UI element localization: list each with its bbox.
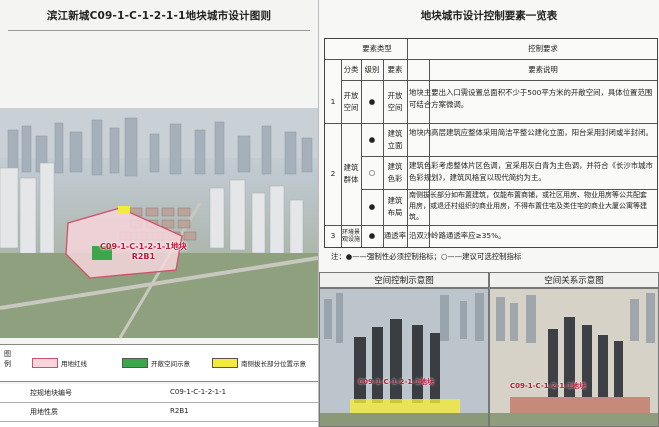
- spatial-relation-graphic: [490, 289, 658, 426]
- legend-heading: 图例: [4, 350, 11, 368]
- row-category: 建筑群体: [343, 163, 359, 184]
- row-element: 通透率: [383, 231, 407, 240]
- panel-title-spatial-relation: 空间关系示意图: [489, 272, 659, 288]
- row-element: 建筑立面: [387, 128, 403, 150]
- site-label: C09-1-C-1-2-1-1地块 R2B1: [100, 242, 187, 262]
- info-label: 控规地块编号: [30, 389, 72, 397]
- site-label-landuse: R2B1: [131, 252, 156, 261]
- left-title: 滨江新城C09-1-C-1-2-1-1地块城市设计图则: [46, 10, 272, 22]
- legend-swatch: [32, 358, 58, 368]
- row-category: 环境景观设施: [341, 229, 360, 243]
- left-sheet: 滨江新城C09-1-C-1-2-1-1地块城市设计图则 C09-1-C-1-2-…: [0, 0, 319, 427]
- row-description: 南侧拔长部分如布置建筑，仅能布置商铺，或社区用房、物业用房等公共配套用房，或退还…: [409, 191, 647, 221]
- title-rule: [8, 30, 310, 31]
- right-title: 地块城市设计控制要素一览表: [420, 10, 558, 22]
- row-level: ●: [368, 96, 376, 106]
- legend-swatch: [122, 358, 148, 368]
- row-level: ●: [368, 134, 376, 144]
- site-label-code: C09-1-C-1-2-1-1地块: [100, 242, 187, 251]
- row-description: 地块主要出入口需设置总面积不少于500平方米的开敞空间，具体位置范围可结合方案微…: [409, 88, 653, 109]
- spatial-control-diagram: C09-1-C-1-2-1-1地块: [319, 288, 489, 427]
- row-number: 1: [330, 96, 336, 106]
- panel-title-spatial-control: 空间控制示意图: [319, 272, 489, 288]
- row-description: 建筑色彩考虑整体片区色调，宜采用灰白青为主色调，并符合《长沙市城市色彩规划》，建…: [409, 161, 653, 182]
- info-table: 控规地块编号 C09-1-C-1-2-1-1 用地性质 R2B1: [0, 384, 318, 427]
- info-row: 用地性质 R2B1: [0, 403, 318, 422]
- panel-site-label: C09-1-C-1-2-1-1地块: [510, 382, 586, 390]
- legend-swatch: [212, 358, 238, 368]
- row-level: ●: [368, 231, 376, 240]
- row-level: ●: [368, 202, 376, 211]
- row-description: 沿双沙岭路通透率应≥35%。: [409, 231, 506, 240]
- control-elements-table: 要素类型 控制要求 分类 级别 要素 要素说明 1 开放空间 ● 开放空间 地块…: [324, 38, 658, 248]
- legend-item-open-space: 开敞空间示意: [122, 358, 190, 368]
- spatial-control-graphic: [320, 289, 488, 426]
- legend-note: 注：●——强制性必须控制指标；○——建议可选控制指标: [331, 252, 522, 261]
- legend-item-south-extension: 南侧拔长部分位置示意: [212, 358, 306, 368]
- subheader-category: 分类: [343, 64, 359, 74]
- spatial-relation-diagram: C09-1-C-1-2-1-1地块: [489, 288, 659, 427]
- row-number: 3: [330, 231, 336, 240]
- info-value: C09-1-C-1-2-1-1: [170, 388, 227, 396]
- row-number: 2: [330, 169, 336, 178]
- legend-label: 南侧拔长部分位置示意: [241, 360, 306, 368]
- info-label: 用地性质: [30, 408, 58, 416]
- subheader-level: 级别: [364, 64, 380, 74]
- right-sheet: 地块城市设计控制要素一览表 要素类型 控制要求 分类 级别 要素 要素说明 1 …: [319, 0, 659, 427]
- legend-label: 用地红线: [61, 360, 87, 368]
- row-element: 建筑布局: [387, 196, 403, 217]
- header-control-requirements: 控制要求: [528, 44, 558, 53]
- header-element-type: 要素类型: [362, 44, 392, 53]
- legend: 图例 用地红线 开敞空间示意 南侧拔长部分位置示意: [0, 344, 318, 382]
- info-row: 控规地块编号 C09-1-C-1-2-1-1: [0, 384, 318, 403]
- row-level: ○: [368, 167, 376, 177]
- aerial-rendering: [0, 108, 318, 338]
- subheader-element: 要素: [387, 64, 403, 74]
- row-element: 建筑色彩: [387, 161, 403, 183]
- document-spread: 滨江新城C09-1-C-1-2-1-1地块城市设计图则 C09-1-C-1-2-…: [0, 0, 659, 427]
- subheader-description: 要素说明: [528, 64, 558, 74]
- info-value: R2B1: [170, 407, 189, 415]
- legend-item-site-boundary: 用地红线: [32, 358, 87, 368]
- panel-site-label: C09-1-C-1-2-1-1地块: [358, 378, 434, 386]
- aerial-rendering-graphic: [0, 108, 318, 338]
- legend-label: 开敞空间示意: [151, 360, 190, 368]
- row-description: 地块内高层建筑应整体采用简洁平整公建化立面，阳台采用封闭或半封闭。: [409, 128, 653, 137]
- grid-line: [407, 39, 408, 247]
- row-element: 开放空间: [387, 90, 403, 112]
- row-category: 开放空间: [343, 90, 359, 112]
